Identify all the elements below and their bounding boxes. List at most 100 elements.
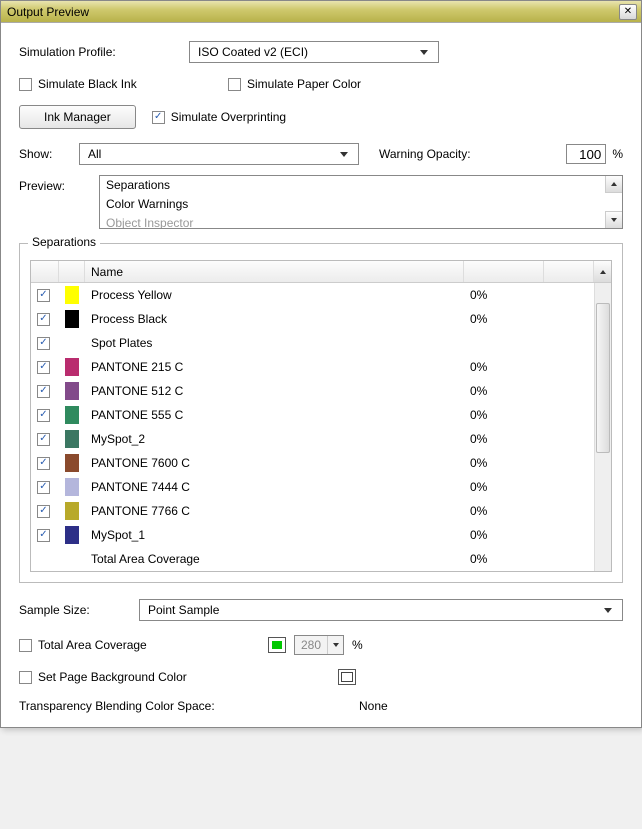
simulate-paper-color-label: Simulate Paper Color bbox=[247, 77, 361, 91]
separation-checkbox[interactable] bbox=[37, 289, 50, 302]
separation-name[interactable]: PANTONE 7766 C bbox=[85, 499, 464, 523]
separation-value: 0% bbox=[464, 379, 544, 403]
scroll-down-button[interactable] bbox=[605, 211, 622, 228]
total-area-coverage-checkbox[interactable] bbox=[19, 639, 32, 652]
transparency-value: None bbox=[359, 699, 388, 713]
sample-size-combo[interactable]: Point Sample bbox=[139, 599, 623, 621]
separation-value: 0% bbox=[464, 283, 544, 307]
tac-color-well[interactable] bbox=[268, 637, 286, 653]
color-swatch bbox=[65, 358, 79, 376]
warning-opacity-input[interactable] bbox=[566, 144, 606, 164]
table-body: Process Yellow0%Process Black0%Spot Plat… bbox=[31, 283, 611, 571]
separation-name[interactable]: Process Black bbox=[85, 307, 464, 331]
simulation-profile-combo[interactable]: ISO Coated v2 (ECI) bbox=[189, 41, 439, 63]
separation-checkbox[interactable] bbox=[37, 337, 50, 350]
separation-name[interactable]: PANTONE 7600 C bbox=[85, 451, 464, 475]
chevron-down-icon bbox=[416, 44, 432, 60]
separation-checkbox[interactable] bbox=[37, 481, 50, 494]
simulate-paper-color-checkbox[interactable] bbox=[228, 78, 241, 91]
separation-value: 0% bbox=[464, 355, 544, 379]
separation-value: 0% bbox=[464, 451, 544, 475]
preview-item[interactable]: Separations bbox=[100, 176, 622, 195]
chevron-down-icon bbox=[600, 602, 616, 618]
window-title: Output Preview bbox=[5, 5, 89, 19]
simulation-profile-label: Simulation Profile: bbox=[19, 45, 189, 59]
separation-value: 0% bbox=[464, 523, 544, 547]
sample-size-label: Sample Size: bbox=[19, 603, 139, 617]
separations-group: Separations Name Process Yellow0%Process… bbox=[19, 243, 623, 583]
separation-checkbox[interactable] bbox=[37, 505, 50, 518]
preview-item[interactable]: Color Warnings bbox=[100, 195, 622, 214]
simulate-black-ink-checkbox[interactable] bbox=[19, 78, 32, 91]
total-area-coverage-label: Total Area Coverage bbox=[38, 638, 268, 652]
separation-value: 0% bbox=[464, 427, 544, 451]
chevron-down-icon bbox=[336, 146, 352, 162]
chevron-down-icon bbox=[327, 636, 343, 654]
separation-name[interactable]: PANTONE 512 C bbox=[85, 379, 464, 403]
page-bg-color-well[interactable] bbox=[338, 669, 356, 685]
separation-checkbox[interactable] bbox=[37, 529, 50, 542]
sample-size-value: Point Sample bbox=[148, 603, 219, 617]
scrollbar[interactable] bbox=[594, 283, 611, 571]
simulate-overprinting-label: Simulate Overprinting bbox=[171, 110, 286, 124]
set-page-bg-checkbox[interactable] bbox=[19, 671, 32, 684]
color-swatch bbox=[65, 526, 79, 544]
color-swatch bbox=[65, 286, 79, 304]
separation-name[interactable]: MySpot_1 bbox=[85, 523, 464, 547]
separation-checkbox[interactable] bbox=[37, 433, 50, 446]
separation-checkbox[interactable] bbox=[37, 313, 50, 326]
table-header: Name bbox=[31, 261, 611, 283]
warning-opacity-label: Warning Opacity: bbox=[379, 147, 471, 161]
separation-checkbox[interactable] bbox=[37, 361, 50, 374]
chevron-up-icon bbox=[600, 270, 606, 274]
separation-checkbox[interactable] bbox=[37, 409, 50, 422]
ink-manager-button[interactable]: Ink Manager bbox=[19, 105, 136, 129]
separation-value: 0% bbox=[464, 307, 544, 331]
separation-name[interactable]: Process Yellow bbox=[85, 283, 464, 307]
dialog-body: Simulation Profile: ISO Coated v2 (ECI) … bbox=[1, 23, 641, 727]
separations-group-title: Separations bbox=[28, 235, 100, 249]
warning-opacity-suffix: % bbox=[612, 147, 623, 161]
color-swatch bbox=[65, 454, 79, 472]
simulate-overprinting-checkbox[interactable] bbox=[152, 111, 165, 124]
preview-label: Preview: bbox=[19, 175, 99, 193]
preview-listbox[interactable]: Separations Color Warnings Object Inspec… bbox=[99, 175, 623, 229]
separations-table: Name Process Yellow0%Process Black0%Spot… bbox=[30, 260, 612, 572]
separation-name[interactable]: Total Area Coverage bbox=[85, 547, 464, 571]
separation-name[interactable]: Spot Plates bbox=[85, 331, 464, 355]
color-swatch bbox=[65, 382, 79, 400]
separation-value bbox=[464, 331, 544, 355]
show-combo[interactable]: All bbox=[79, 143, 359, 165]
tac-spinner[interactable]: 280 bbox=[294, 635, 344, 655]
show-value: All bbox=[88, 147, 101, 161]
titlebar[interactable]: Output Preview ✕ bbox=[1, 1, 641, 23]
separation-name[interactable]: PANTONE 555 C bbox=[85, 403, 464, 427]
color-swatch bbox=[65, 310, 79, 328]
separation-name[interactable]: PANTONE 215 C bbox=[85, 355, 464, 379]
scroll-up-button[interactable] bbox=[594, 261, 611, 282]
transparency-label: Transparency Blending Color Space: bbox=[19, 699, 359, 713]
separation-value: 0% bbox=[464, 403, 544, 427]
scrollbar-thumb[interactable] bbox=[596, 303, 610, 453]
simulation-profile-value: ISO Coated v2 (ECI) bbox=[198, 45, 308, 59]
tac-suffix: % bbox=[352, 638, 363, 652]
preview-item[interactable]: Object Inspector bbox=[100, 214, 622, 229]
show-label: Show: bbox=[19, 147, 79, 161]
tac-value: 280 bbox=[295, 638, 327, 652]
set-page-bg-label: Set Page Background Color bbox=[38, 670, 338, 684]
separation-value: 0% bbox=[464, 475, 544, 499]
separation-value: 0% bbox=[464, 499, 544, 523]
separation-checkbox[interactable] bbox=[37, 385, 50, 398]
close-button[interactable]: ✕ bbox=[619, 4, 637, 20]
scroll-up-button[interactable] bbox=[605, 176, 622, 193]
simulate-black-ink-label: Simulate Black Ink bbox=[38, 77, 218, 91]
col-name: Name bbox=[85, 261, 464, 282]
separation-name[interactable]: PANTONE 7444 C bbox=[85, 475, 464, 499]
chevron-down-icon bbox=[611, 218, 617, 222]
color-swatch bbox=[65, 430, 79, 448]
color-swatch bbox=[65, 478, 79, 496]
chevron-up-icon bbox=[611, 182, 617, 186]
separation-checkbox[interactable] bbox=[37, 457, 50, 470]
color-swatch bbox=[65, 406, 79, 424]
separation-name[interactable]: MySpot_2 bbox=[85, 427, 464, 451]
